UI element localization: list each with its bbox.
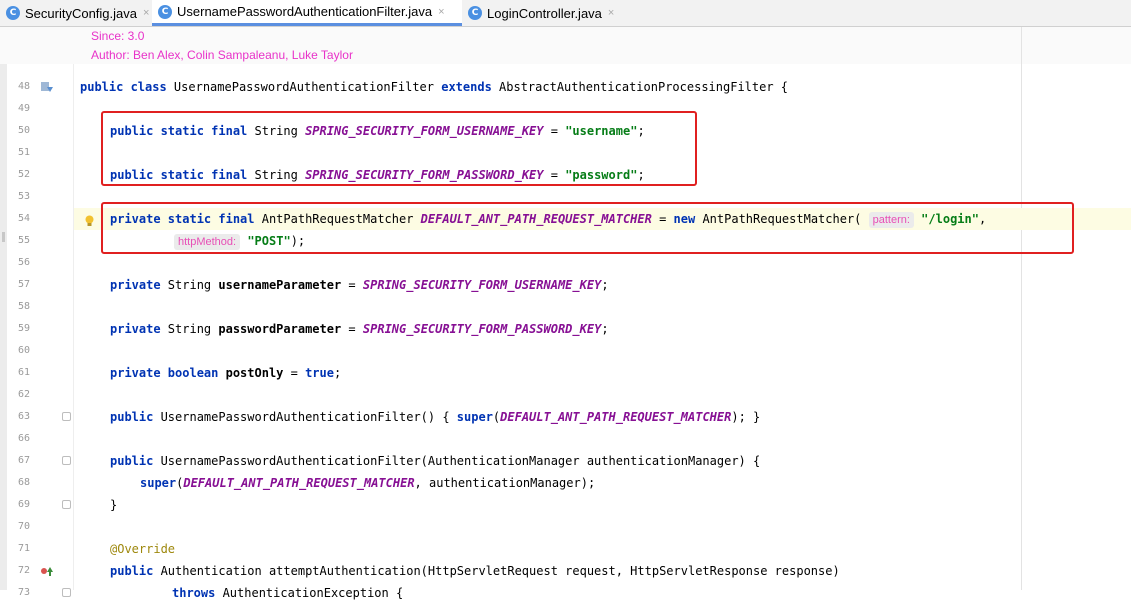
code-editor[interactable]: Since: 3.0 Author: Ben Alex, Colin Sampa… — [0, 27, 1131, 600]
code-line[interactable]: 70 — [0, 516, 1131, 538]
code-text: super(DEFAULT_ANT_PATH_REQUEST_MATCHER, … — [140, 476, 596, 490]
line-number: 73 — [18, 587, 31, 598]
code-line[interactable]: 73 throws AuthenticationException { — [0, 582, 1131, 604]
line-number: 48 — [18, 81, 31, 92]
code-line[interactable]: 66 — [0, 428, 1131, 450]
code-line[interactable]: 58 — [0, 296, 1131, 318]
code-text: public class UsernamePasswordAuthenticat… — [80, 80, 789, 94]
tab-security-config[interactable]: C SecurityConfig.java × — [0, 0, 152, 26]
tab-username-password-filter[interactable]: C UsernamePasswordAuthenticationFilter.j… — [152, 0, 462, 26]
code-text: private String usernameParameter = SPRIN… — [110, 278, 609, 292]
code-line[interactable]: 48 public class UsernamePasswordAuthenti… — [0, 76, 1131, 98]
code-line[interactable]: 68 super(DEFAULT_ANT_PATH_REQUEST_MATCHE… — [0, 472, 1131, 494]
tab-login-controller[interactable]: C LoginController.java × — [462, 0, 622, 26]
line-number: 61 — [18, 367, 31, 378]
fold-collapse-icon[interactable] — [62, 588, 71, 597]
tab-label: LoginController.java — [487, 5, 602, 21]
line-number: 54 — [18, 213, 31, 224]
code-line[interactable]: 62 — [0, 384, 1131, 406]
code-line[interactable]: 63 public UsernamePasswordAuthentication… — [0, 406, 1131, 428]
code-line[interactable]: 59 private String passwordParameter = SP… — [0, 318, 1131, 340]
implemented-icon[interactable] — [40, 81, 54, 93]
overrides-method-icon[interactable] — [40, 565, 54, 577]
class-icon: C — [6, 6, 20, 20]
doc-since: Since: 3.0 — [91, 29, 145, 43]
tab-label: SecurityConfig.java — [25, 5, 137, 21]
doc-author: Author: Ben Alex, Colin Sampaleanu, Luke… — [91, 48, 353, 62]
code-text: private boolean postOnly = true; — [110, 366, 342, 380]
code-text: private String passwordParameter = SPRIN… — [110, 322, 609, 336]
code-text: throws AuthenticationException { — [172, 586, 404, 600]
code-text: public UsernamePasswordAuthenticationFil… — [110, 454, 761, 468]
line-number: 52 — [18, 169, 31, 180]
line-number: 71 — [18, 543, 31, 554]
line-number: 55 — [18, 235, 31, 246]
fold-expand-icon[interactable] — [62, 412, 71, 421]
line-number: 69 — [18, 499, 31, 510]
highlight-box-matcher — [101, 202, 1074, 254]
code-line[interactable]: 61 private boolean postOnly = true; — [0, 362, 1131, 384]
code-text: } — [110, 498, 118, 512]
line-number: 70 — [18, 521, 31, 532]
line-number: 60 — [18, 345, 31, 356]
highlight-box-keys — [101, 111, 697, 186]
line-number: 49 — [18, 103, 31, 114]
line-number: 57 — [18, 279, 31, 290]
code-text: public UsernamePasswordAuthenticationFil… — [110, 410, 761, 424]
line-number: 68 — [18, 477, 31, 488]
close-icon[interactable]: × — [438, 6, 444, 18]
lightbulb-icon[interactable] — [85, 212, 94, 226]
line-number: 50 — [18, 125, 31, 136]
line-number: 51 — [18, 147, 31, 158]
javadoc-rendered: Since: 3.0 Author: Ben Alex, Colin Sampa… — [0, 27, 1131, 64]
line-number: 63 — [18, 411, 31, 422]
line-number: 59 — [18, 323, 31, 334]
code-line[interactable]: 56 — [0, 252, 1131, 274]
line-number: 62 — [18, 389, 31, 400]
line-number: 58 — [18, 301, 31, 312]
class-icon: C — [468, 6, 482, 20]
code-line[interactable]: 71 @Override — [0, 538, 1131, 560]
line-number: 67 — [18, 455, 31, 466]
code-line[interactable]: 60 — [0, 340, 1131, 362]
close-icon[interactable]: × — [143, 7, 149, 19]
code-line[interactable]: 72 public Authentication attemptAuthenti… — [0, 560, 1131, 582]
editor-tab-bar: C SecurityConfig.java × C UsernamePasswo… — [0, 0, 1131, 27]
code-line[interactable]: 57 private String usernameParameter = SP… — [0, 274, 1131, 296]
fold-collapse-icon[interactable] — [62, 456, 71, 465]
line-number: 56 — [18, 257, 31, 268]
tab-label: UsernamePasswordAuthenticationFilter.jav… — [177, 4, 433, 19]
close-icon[interactable]: × — [608, 7, 614, 19]
code-text: @Override — [110, 542, 176, 556]
code-line[interactable]: 67 public UsernamePasswordAuthentication… — [0, 450, 1131, 472]
code-line[interactable]: 69 } — [0, 494, 1131, 516]
code-text: public Authentication attemptAuthenticat… — [110, 564, 840, 578]
line-number: 72 — [18, 565, 31, 576]
line-number: 66 — [18, 433, 31, 444]
line-number: 53 — [18, 191, 31, 202]
class-icon: C — [158, 4, 172, 19]
fold-end-icon[interactable] — [62, 500, 71, 509]
